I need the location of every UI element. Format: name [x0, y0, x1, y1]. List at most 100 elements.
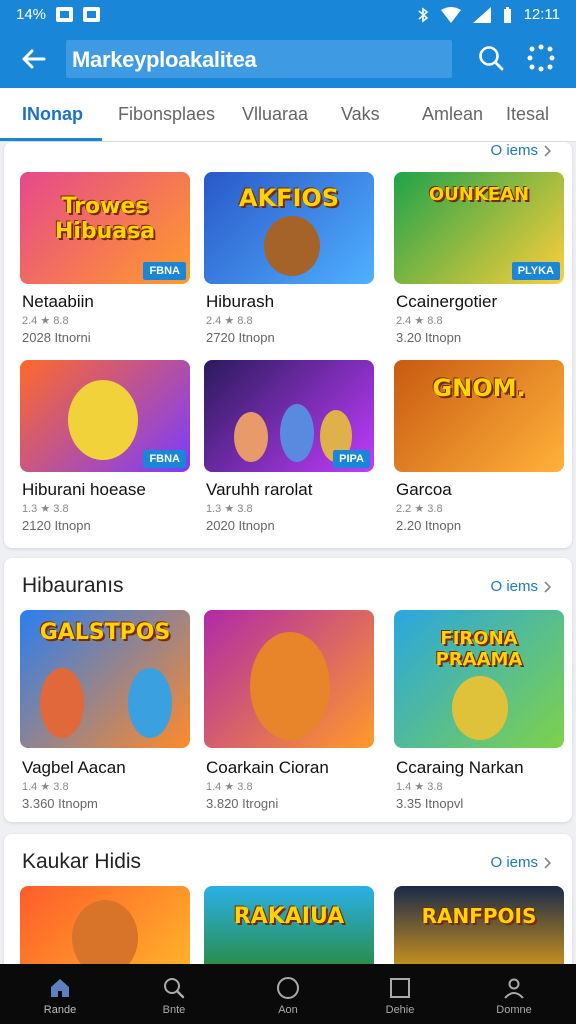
tab-itesal[interactable]: Itesal — [506, 104, 549, 125]
app-notification-icon — [83, 7, 101, 22]
game-thumbnail: RAKAIUA — [204, 886, 374, 974]
tab-amlean[interactable]: Amlean — [422, 104, 483, 125]
page-title: Markeyploakaliteа — [72, 47, 257, 72]
app-bar: Markeyploakaliteа — [0, 30, 576, 88]
game-title: Vagbel Aacan — [22, 758, 126, 777]
mascot-kid — [40, 668, 84, 738]
tab-vaks[interactable]: Vaks — [341, 104, 380, 125]
back-arrow-icon[interactable] — [18, 43, 50, 75]
nav-search[interactable]: Bnte — [134, 964, 214, 1024]
game-downloads: 3.35 Itnopvl — [396, 796, 464, 811]
square-icon — [390, 978, 410, 998]
game-title: Hiburani hoease — [22, 480, 146, 499]
game-thumbnail: GNOM. — [394, 360, 564, 472]
game-rating: 1.3 ★ 3.8 — [206, 503, 253, 515]
thumbnail-badge: FBNA — [143, 262, 186, 280]
signal-icon — [472, 6, 491, 23]
battery-icon — [503, 6, 511, 23]
mascot-bear — [72, 900, 138, 974]
nav-circle[interactable]: Aon — [248, 964, 328, 1024]
mascot-bear — [250, 632, 330, 740]
thumbnail-badge: FBNA — [143, 450, 186, 468]
chevron-right-icon — [544, 144, 552, 157]
section-kaukar-hidis: Kaukar Hidis O iems RAKAIUA RANFPOIS — [4, 834, 572, 974]
game-thumbnail — [204, 610, 374, 748]
game-downloads: 2720 Itnopn — [206, 330, 275, 345]
chevron-right-icon — [544, 856, 552, 869]
profile-icon — [504, 978, 524, 999]
see-more-link[interactable]: O iems — [490, 854, 552, 871]
game-title: Garcoa — [396, 480, 452, 499]
game-title: Varuhh rarolat — [206, 480, 313, 499]
bluetooth-icon — [418, 6, 428, 23]
game-thumbnail: RANFPOIS — [394, 886, 564, 974]
thumbnail-art-title: GALSTPOS — [39, 620, 171, 645]
wifi-icon — [440, 6, 461, 23]
status-time: 12:11 — [523, 6, 560, 23]
game-thumbnail: GALSTPOS — [20, 610, 190, 748]
game-rating: 2.4 ★ 8.8 — [206, 315, 253, 327]
game-title: Coarkain Cioran — [206, 758, 329, 777]
mascot-character — [68, 380, 138, 460]
thumbnail-art-title: RAKAIUA — [233, 904, 345, 929]
thumbnail-badge: PIPA — [333, 450, 370, 468]
game-rating: 2.4 ★ 8.8 — [22, 315, 69, 327]
game-rating: 2.4 ★ 8.8 — [396, 315, 443, 327]
circle-icon — [277, 977, 299, 999]
game-downloads: 2020 Itnopn — [206, 518, 275, 533]
see-more-link[interactable]: O iems — [490, 578, 552, 595]
game-thumbnail: Trowes Hibuasa FBNA — [20, 172, 190, 284]
thumbnail-art-title: RANFPOIS — [421, 904, 537, 928]
game-rating: 2.2 ★ 3.8 — [396, 503, 443, 515]
thumbnail-art-title: OUNKEAN — [428, 184, 530, 205]
mascot-character — [452, 676, 508, 740]
active-tab-indicator — [0, 138, 102, 141]
category-tabs: INonap Fibonsplaes Vlluaraa Vaks Amlean … — [0, 88, 576, 142]
see-more-link[interactable]: O iems — [490, 142, 552, 159]
game-rating: 1.4 ★ 3.8 — [206, 781, 253, 793]
game-rating: 1.4 ★ 3.8 — [22, 781, 69, 793]
game-thumbnail: FBNA — [20, 360, 190, 472]
tab-fibonsplaes[interactable]: Fibonsplaes — [118, 104, 215, 125]
thumbnail-art-title: GNOM. — [432, 374, 526, 402]
search-icon[interactable] — [476, 43, 506, 73]
thumbnail-art-title: FIRONA PRAAMA — [435, 628, 523, 670]
search-icon — [164, 978, 185, 999]
nav-home[interactable]: Rande — [20, 964, 100, 1024]
game-downloads: 3.20 Itnopn — [396, 330, 462, 345]
game-downloads: 3.820 Itrogni — [206, 796, 279, 811]
tab-vlluaraa[interactable]: Vlluaraa — [242, 104, 308, 125]
mascot-bear — [264, 216, 320, 276]
game-title: Netaabiin — [22, 292, 94, 311]
status-percent: 14% — [16, 6, 47, 23]
thumbnail-art-title: AKFIOS — [238, 184, 340, 212]
nav-profile[interactable]: Domne — [474, 964, 554, 1024]
game-title: Ccaraing Narkan — [396, 758, 524, 777]
game-rating: 1.3 ★ 3.8 — [22, 503, 69, 515]
home-icon — [51, 979, 69, 997]
game-thumbnail — [20, 886, 190, 974]
game-title: Ccainergotier — [396, 292, 498, 311]
nav-label: Dehie — [385, 1004, 415, 1016]
featured-section: O iems Trowes Hibuasa FBNA Netaabiin 2.4… — [4, 142, 572, 548]
see-more-label: O iems — [490, 854, 538, 871]
mascot-kid — [280, 404, 314, 462]
thumbnail-art-title: Trowes Hibuasa — [54, 194, 156, 244]
section-hibauranis: Hibauranıs O iems GALSTPOS Vagbel Aacan … — [4, 558, 572, 822]
bottom-navigation: Rande Bnte Aon Dehie Domne — [0, 964, 576, 1024]
nav-label: Domne — [496, 1004, 532, 1016]
mascot-kid — [234, 412, 268, 462]
apps-grid-icon[interactable] — [526, 43, 556, 73]
game-thumbnail: AKFIOS — [204, 172, 374, 284]
tab-inonap[interactable]: INonap — [22, 104, 83, 125]
game-downloads: 2.20 Itnopn — [396, 518, 462, 533]
nav-label: Bnte — [162, 1004, 186, 1016]
nav-label: Rande — [43, 1004, 77, 1016]
game-downloads: 2028 Itnorni — [22, 330, 91, 345]
notification-icon — [56, 7, 74, 22]
nav-square[interactable]: Dehie — [360, 964, 440, 1024]
chevron-right-icon — [544, 580, 552, 593]
game-thumbnail: PIPA — [204, 360, 374, 472]
see-more-label: O iems — [490, 142, 538, 159]
game-thumbnail: OUNKEAN PLYKA — [394, 172, 564, 284]
